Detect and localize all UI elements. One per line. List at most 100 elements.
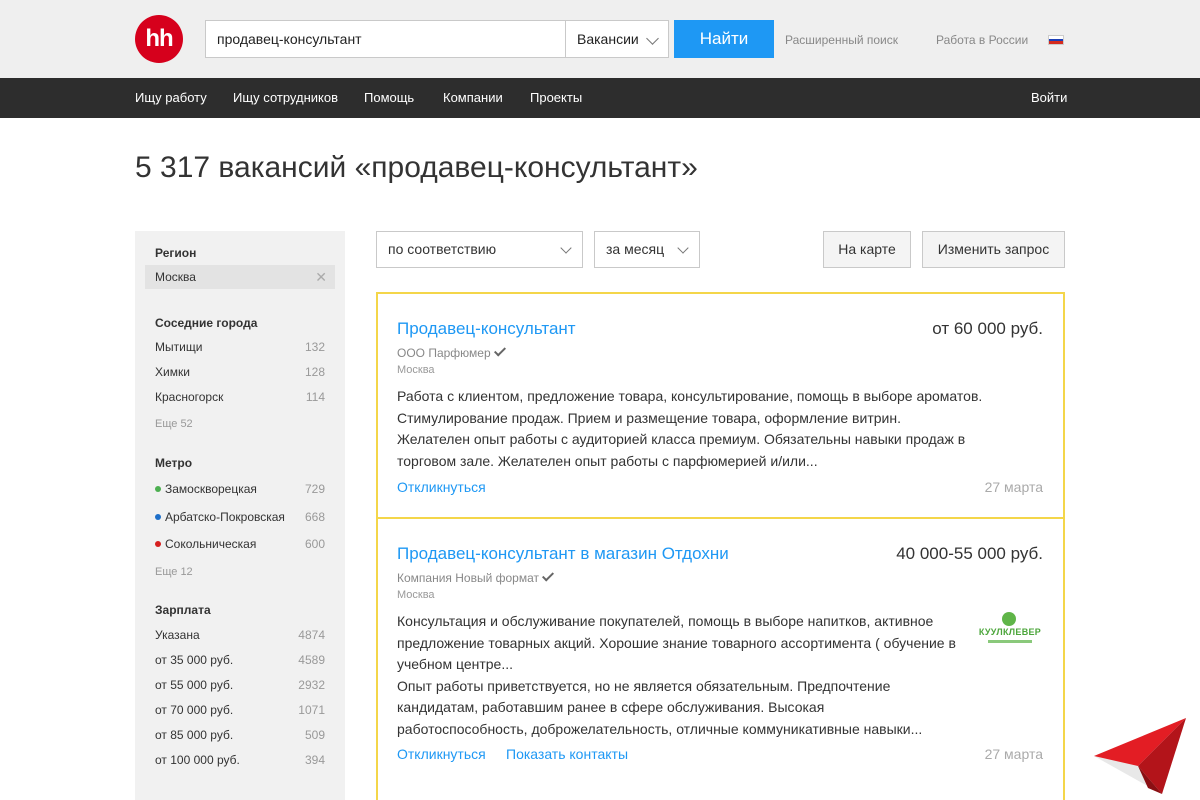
filter-count: 1071	[298, 703, 325, 717]
region-heading: Регион	[155, 246, 197, 260]
filter-item[interactable]: Красногорск 114	[155, 390, 325, 404]
filter-item[interactable]: от 100 000 руб. 394	[155, 753, 325, 767]
vacancy-description: Консультация и обслуживание покупателей,…	[397, 611, 956, 740]
vacancy-date: 27 марта	[984, 746, 1043, 762]
advanced-search-link[interactable]: Расширенный поиск	[785, 33, 898, 47]
company-name[interactable]: ООО Парфюмер	[397, 344, 506, 360]
find-button[interactable]: Найти	[674, 20, 774, 58]
desc-line: учебном центре...	[397, 656, 514, 672]
show-more-link[interactable]: Еще 52	[155, 418, 193, 430]
filter-item[interactable]: от 35 000 руб. 4589	[155, 653, 325, 667]
vacancy-salary: 40 000-55 000 руб.	[896, 544, 1043, 563]
region-link[interactable]: Работа в России	[936, 33, 1028, 47]
search-type-label: Вакансии	[577, 31, 639, 47]
salary-heading: Зарплата	[155, 603, 211, 617]
period-select[interactable]: за месяц	[594, 231, 700, 268]
filter-item[interactable]: от 55 000 руб. 2932	[155, 678, 325, 692]
search-type-select[interactable]: Вакансии	[565, 20, 669, 58]
verified-check-icon	[542, 569, 555, 582]
vacancy-card: Продавец-консультант от 60 000 руб. ООО …	[376, 292, 1065, 519]
filter-item[interactable]: Химки 128	[155, 365, 325, 379]
vacancy-title-link[interactable]: Продавец-консультант	[397, 319, 576, 339]
filter-label: Сокольническая	[165, 537, 257, 551]
filter-item[interactable]: Мытищи 132	[155, 340, 325, 354]
filter-label: Химки	[155, 365, 190, 379]
nearby-heading: Соседние города	[155, 316, 258, 330]
employer-logo[interactable]: КУУЛКЛЕВЕР	[974, 612, 1046, 652]
filter-label: Указана	[155, 628, 200, 642]
russia-flag-icon[interactable]	[1048, 35, 1064, 45]
desc-line: Консультация и обслуживание покупателей,…	[397, 613, 934, 629]
company-name[interactable]: Компания Новый формат	[397, 569, 555, 585]
filter-label: от 85 000 руб.	[155, 728, 234, 742]
main-nav: Ищу работу Ищу сотрудников Помощь Компан…	[0, 78, 1200, 118]
metro-line-dot-icon	[155, 514, 161, 520]
hh-logo[interactable]: hh	[135, 15, 183, 63]
filter-item[interactable]: Указана 4874	[155, 628, 325, 642]
filter-count: 729	[304, 482, 325, 496]
filter-count: 600	[304, 537, 325, 551]
nav-item-projects[interactable]: Проекты	[530, 78, 582, 118]
close-icon[interactable]: ✕	[315, 265, 327, 289]
vacancy-title-link[interactable]: Продавец-консультант в магазин Отдохни	[397, 544, 729, 564]
desc-line: предложение товарных акций. Хорошие знан…	[397, 634, 956, 651]
desc-line: Стимулирование продаж. Прием и размещени…	[397, 409, 901, 426]
vacancy-city: Москва	[397, 364, 435, 376]
verified-check-icon	[493, 344, 506, 357]
employer-logo-text: КУУЛКЛЕВЕР	[978, 627, 1042, 637]
desc-line: Работа с клиентом, предложение товара, к…	[397, 388, 983, 404]
filter-count: 2932	[298, 678, 325, 692]
respond-link[interactable]: Откликнуться	[397, 746, 486, 762]
change-query-button[interactable]: Изменить запрос	[922, 231, 1065, 268]
filter-label: от 35 000 руб.	[155, 653, 234, 667]
vacancy-salary: от 60 000 руб.	[932, 319, 1043, 338]
desc-line: Желателен опыт работы с аудиторией класс…	[397, 431, 966, 447]
vacancy-card: Продавец-консультант в магазин Отдохни 4…	[376, 517, 1065, 800]
map-button[interactable]: На карте	[823, 231, 911, 268]
desc-line: работоспособность, доброжелательность, о…	[397, 720, 923, 737]
filter-item[interactable]: Сокольническая 600	[155, 537, 325, 551]
region-filter-chip[interactable]: Москва ✕	[145, 265, 335, 289]
sort-select[interactable]: по соответствию	[376, 231, 583, 268]
filter-item[interactable]: Арбатско-Покровская 668	[155, 510, 325, 524]
show-more-link[interactable]: Еще 12	[155, 566, 193, 578]
filter-count: 4589	[298, 653, 325, 667]
filter-count: 668	[304, 510, 325, 524]
filter-item[interactable]: Замоскворецкая 729	[155, 482, 325, 496]
login-link[interactable]: Войти	[1031, 78, 1067, 118]
filter-count: 394	[304, 753, 325, 767]
region-chip-label: Москва	[155, 270, 196, 284]
nav-item-find-employees[interactable]: Ищу сотрудников	[233, 78, 338, 118]
nav-item-help[interactable]: Помощь	[364, 78, 414, 118]
company-name-text: Компания Новый формат	[397, 571, 540, 585]
filter-count: 114	[305, 390, 325, 404]
sort-select-label: по соответствию	[388, 241, 497, 257]
respond-link[interactable]: Откликнуться	[397, 479, 486, 495]
filter-count: 4874	[298, 628, 325, 642]
filter-item[interactable]: от 70 000 руб. 1071	[155, 703, 325, 717]
filter-label: от 100 000 руб.	[155, 753, 240, 767]
filter-count: 128	[304, 365, 325, 379]
filters-sidebar: Регион Москва ✕ Соседние города Мытищи 13…	[135, 231, 345, 800]
metro-heading: Метро	[155, 456, 193, 470]
vacancy-date: 27 марта	[984, 479, 1043, 495]
desc-line: кандидатам, работавшим ранее в сфере обс…	[397, 699, 825, 715]
vacancy-city: Москва	[397, 589, 435, 601]
desc-line: торговом зале. Желателен опыт работы с п…	[397, 452, 818, 469]
search-input[interactable]: продавец-консультант	[205, 20, 566, 58]
chevron-down-icon	[646, 32, 659, 45]
desc-line: Опыт работы приветствуется, но не являет…	[397, 677, 891, 694]
paper-plane-icon[interactable]	[1092, 716, 1188, 798]
filter-label: Замоскворецкая	[165, 482, 257, 496]
filter-item[interactable]: от 85 000 руб. 509	[155, 728, 325, 742]
chevron-down-icon	[560, 242, 572, 254]
nav-item-companies[interactable]: Компании	[443, 78, 503, 118]
company-name-text: ООО Парфюмер	[397, 346, 491, 360]
nav-item-job-search[interactable]: Ищу работу	[135, 78, 207, 118]
vacancy-description: Работа с клиентом, предложение товара, к…	[397, 386, 982, 472]
chevron-down-icon	[677, 242, 689, 254]
show-contacts-link[interactable]: Показать контакты	[506, 746, 628, 762]
filter-count: 509	[304, 728, 325, 742]
period-select-label: за месяц	[606, 241, 665, 257]
filter-label: Арбатско-Покровская	[165, 510, 285, 524]
